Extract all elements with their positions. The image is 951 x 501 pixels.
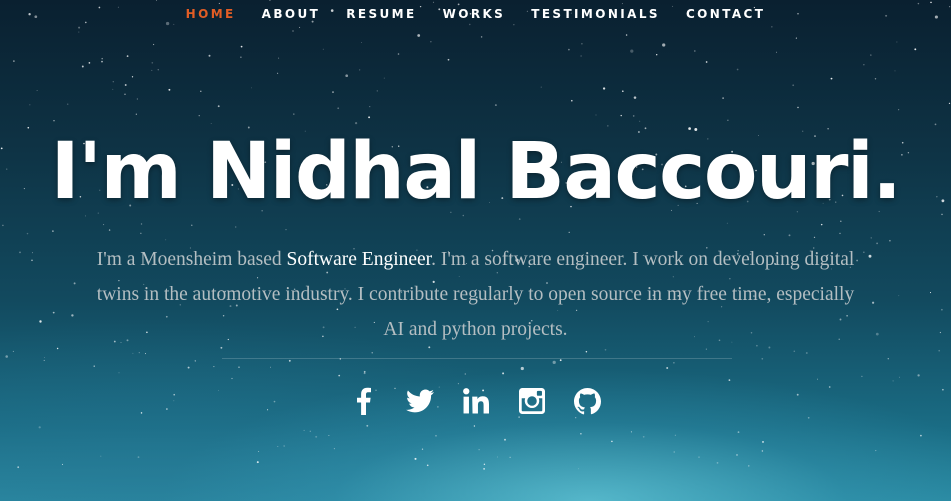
instagram-link[interactable] [518,386,546,416]
facebook-link[interactable] [350,386,378,416]
bio-text-before: I'm a Moensheim based [96,249,287,270]
nav-testimonials[interactable]: TESTIMONIALS [531,7,660,21]
nav-about[interactable]: ABOUT [262,7,321,21]
nav-resume[interactable]: RESUME [346,7,416,21]
twitter-icon [405,389,434,413]
linkedin-icon [462,388,489,414]
twitter-link[interactable] [405,386,434,416]
github-link[interactable] [574,386,602,416]
github-icon [574,387,601,414]
instagram-icon [518,388,545,414]
linkedin-link[interactable] [462,386,490,416]
social-links [0,386,951,416]
hero-title: I'm Nidhal Baccouri. [50,127,902,217]
main-nav: HOME ABOUT RESUME WORKS TESTIMONIALS CON… [0,0,951,28]
nav-contact[interactable]: CONTACT [686,7,765,21]
nav-works[interactable]: WORKS [443,7,506,21]
facebook-icon [356,387,371,415]
bio-role: Software Engineer [286,249,432,270]
divider [222,358,732,359]
nav-home[interactable]: HOME [186,7,236,21]
hero-bio: I'm a Moensheim based Software Engineer.… [95,242,856,347]
